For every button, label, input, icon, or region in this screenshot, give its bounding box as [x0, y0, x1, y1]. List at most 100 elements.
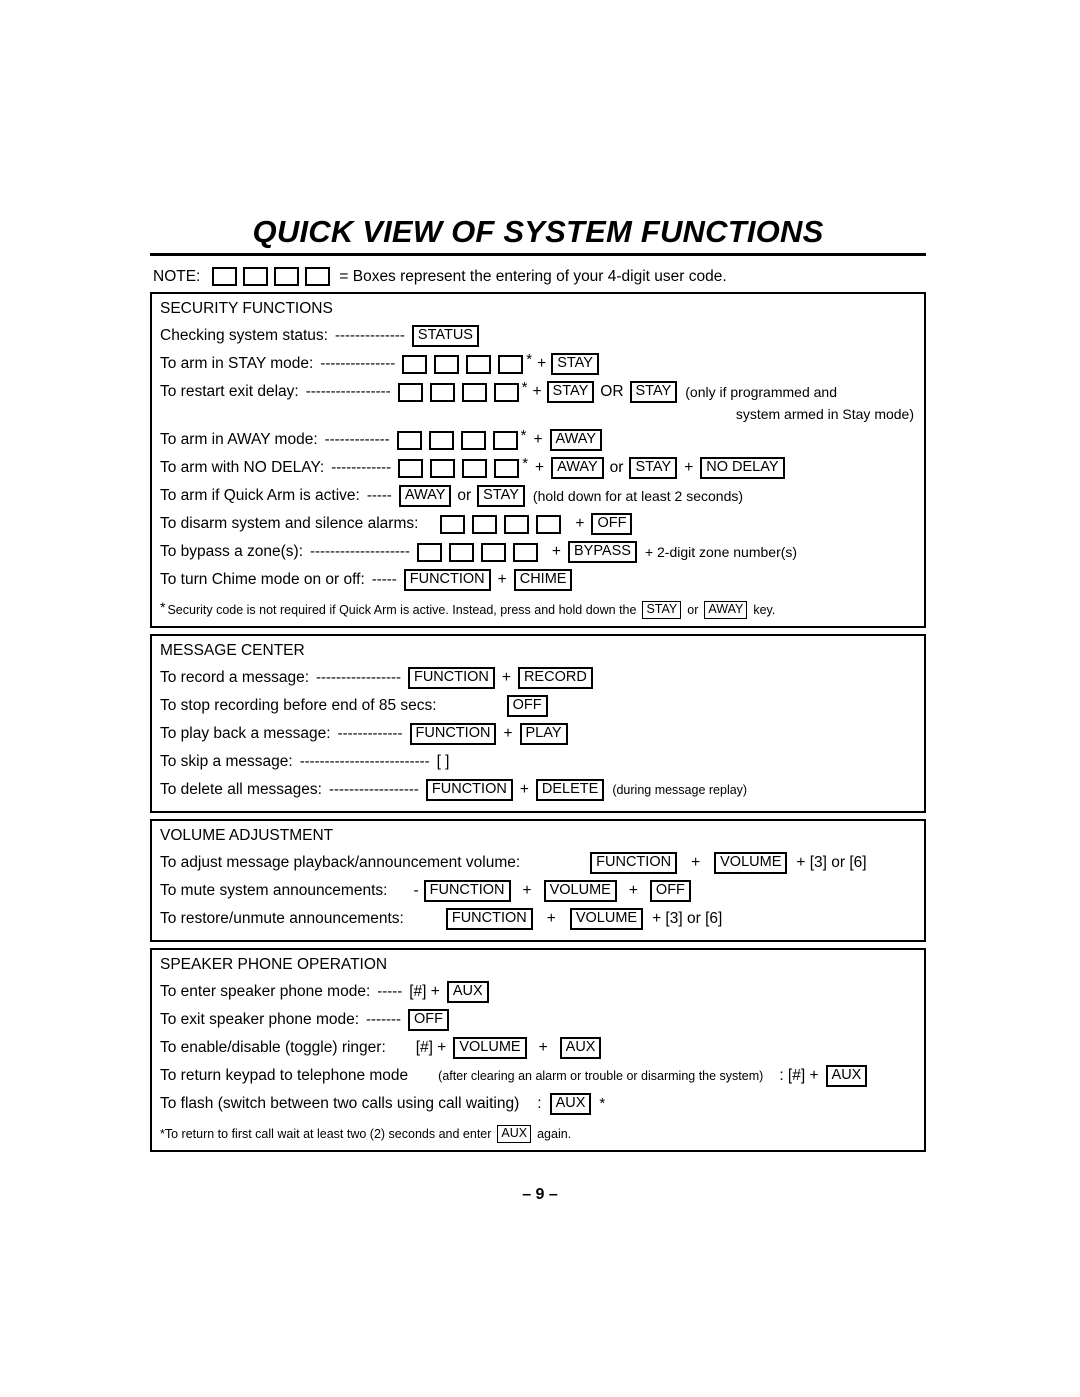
plus-sign: + — [691, 854, 701, 871]
key-aux: AUX — [559, 1037, 602, 1059]
instruction-row: To bypass a zone(s): -------------------… — [160, 538, 916, 566]
user-code-boxes — [398, 458, 520, 478]
instruction-row: To arm with NO DELAY: ------------ * + A… — [160, 454, 916, 482]
conjunction: or — [687, 603, 699, 617]
key-stay: STAY — [546, 381, 595, 403]
plus-sign: + — [533, 431, 543, 448]
instruction-label: To turn Chime mode on or off: — [160, 571, 365, 588]
instruction-label: To arm in AWAY mode: — [160, 431, 318, 448]
plus-sign: + — [535, 459, 545, 476]
footnote-marker: * — [599, 1095, 606, 1112]
inline-note: (after clearing an alarm or trouble or d… — [438, 1069, 764, 1083]
code-box — [434, 354, 460, 374]
instruction-row: Checking system status: -------------- S… — [160, 322, 916, 350]
key-volume: VOLUME — [543, 880, 617, 902]
page-number: – 9 – — [522, 1186, 558, 1203]
conjunction: or — [457, 487, 472, 504]
section-title: SECURITY FUNCTIONS — [160, 300, 333, 317]
instruction-row: To enter speaker phone mode: ----- [#] +… — [160, 978, 916, 1006]
key-aux: AUX — [497, 1125, 532, 1143]
footnote-marker: * — [520, 427, 527, 444]
key-away: AWAY — [704, 601, 748, 619]
instruction-label: To mute system announcements: — [160, 882, 388, 899]
dot-leader: -------------- — [334, 327, 405, 344]
plus-sign: + — [575, 515, 585, 532]
plus-sign: + — [532, 383, 542, 400]
code-box — [466, 354, 492, 374]
instruction-row: To arm if Quick Arm is active: ----- AWA… — [160, 482, 916, 510]
key-off: OFF — [591, 513, 633, 535]
key-prefix: [#] + — [415, 1039, 447, 1056]
key-volume: VOLUME — [453, 1037, 527, 1059]
footnote-text: *To return to first call wait at least t… — [160, 1127, 492, 1141]
footnote-text-end: again. — [537, 1127, 572, 1141]
dot-leader: --------------- — [320, 355, 396, 372]
instruction-row: To delete all messages: ----------------… — [160, 776, 916, 804]
section-security-functions: SECURITY FUNCTIONS Checking system statu… — [150, 292, 926, 628]
title-divider — [150, 253, 926, 256]
instruction-label: To play back a message: — [160, 725, 331, 742]
instruction-row: To exit speaker phone mode: ------- OFF — [160, 1006, 916, 1034]
user-code-boxes — [416, 542, 538, 562]
plus-sign: + — [546, 910, 556, 927]
code-box — [461, 382, 487, 402]
instruction-label: To arm with NO DELAY: — [160, 459, 325, 476]
instruction-label: To adjust message playback/announcement … — [160, 854, 521, 871]
footnote-text: Security code is not required if Quick A… — [167, 603, 637, 617]
instruction-label: To exit speaker phone mode: — [160, 1011, 360, 1028]
trailing-text: + [3] or [6] — [796, 854, 867, 871]
code-box — [492, 430, 518, 450]
dot-leader: ----------------- — [305, 383, 391, 400]
instruction-row: To play back a message: ------------- FU… — [160, 720, 916, 748]
instruction-label: To restart exit delay: — [160, 383, 299, 400]
key-prefix: : — [537, 1095, 542, 1112]
instruction-label: To restore/unmute announcements: — [160, 910, 404, 927]
code-box — [416, 542, 442, 562]
plus-sign: + — [497, 571, 507, 588]
key-delete: DELETE — [535, 779, 605, 801]
inline-note-continued: system armed in Stay mode) — [735, 406, 914, 422]
instruction-row: To stop recording before end of 85 secs:… — [160, 692, 916, 720]
key-aux: AUX — [825, 1065, 868, 1087]
code-box — [402, 354, 428, 374]
key-off: OFF — [408, 1009, 450, 1031]
key-stay: STAY — [642, 601, 682, 619]
note-code-boxes — [212, 267, 331, 286]
dot-leader: ----- — [377, 983, 403, 1000]
dot-leader: ----- — [366, 487, 392, 504]
footnote-marker: * — [521, 379, 528, 396]
footnote-marker: * — [160, 599, 166, 615]
instruction-row: To arm in STAY mode: --------------- * +… — [160, 350, 916, 378]
key-status: STATUS — [411, 325, 479, 347]
trailing-text: + [3] or [6] — [652, 910, 723, 927]
code-box — [494, 458, 520, 478]
instruction-label: To disarm system and silence alarms: — [160, 515, 419, 532]
plus-sign: + — [538, 1039, 548, 1056]
key-away: AWAY — [551, 457, 604, 479]
instruction-label: To stop recording before end of 85 secs: — [160, 697, 437, 714]
code-box — [274, 267, 300, 286]
code-box — [512, 542, 538, 562]
instruction-label: To return keypad to telephone mode — [160, 1067, 409, 1084]
user-code-boxes — [396, 430, 518, 450]
user-code-boxes — [440, 514, 562, 534]
code-box — [212, 267, 238, 286]
code-box — [493, 382, 519, 402]
user-code-boxes — [402, 354, 524, 374]
key-prefix: : [#] + — [779, 1067, 819, 1084]
key-volume: VOLUME — [714, 852, 788, 874]
document-page: QUICK VIEW OF SYSTEM FUNCTIONS NOTE: = B… — [0, 0, 1080, 1397]
plus-sign: + — [684, 459, 694, 476]
code-box — [397, 382, 423, 402]
key-play: PLAY — [519, 723, 568, 745]
instruction-label: To arm if Quick Arm is active: — [160, 487, 360, 504]
section-title: SPEAKER PHONE OPERATION — [160, 956, 388, 973]
plus-sign: + — [503, 725, 513, 742]
code-box — [429, 382, 455, 402]
dash-prefix: - — [413, 882, 419, 899]
key-no-delay: NO DELAY — [700, 457, 785, 479]
dot-leader: -------------------------- — [299, 753, 430, 770]
instruction-label: To bypass a zone(s): — [160, 543, 304, 560]
dot-leader: ------- — [366, 1011, 402, 1028]
code-box — [398, 458, 424, 478]
